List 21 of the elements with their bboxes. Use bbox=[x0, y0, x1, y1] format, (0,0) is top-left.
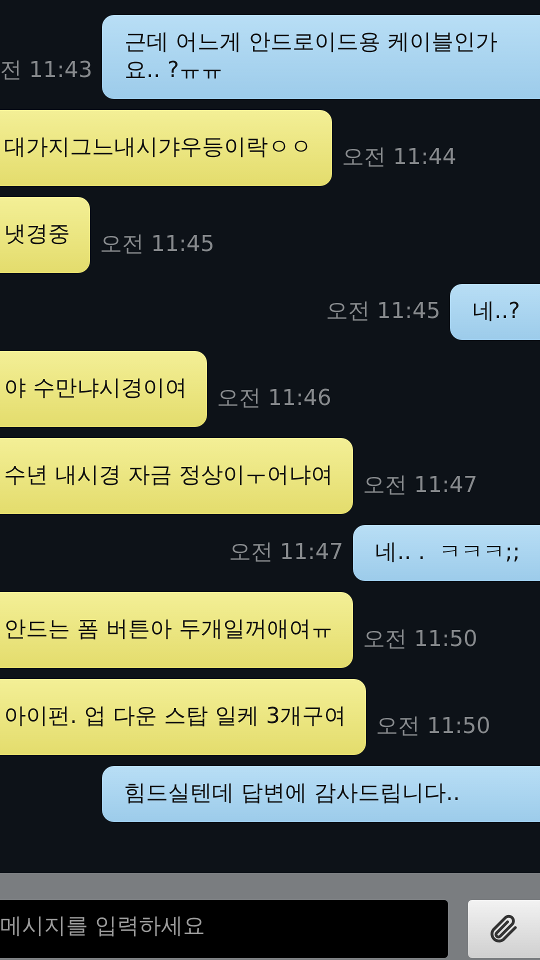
message-time: 오전 11:47 bbox=[228, 539, 344, 567]
sent-message: 힘드실텐데 답변에 감사드립니다.. bbox=[102, 766, 540, 822]
sent-message: 네.. . ㅋㅋㅋ;; bbox=[353, 525, 540, 581]
received-message: 대가지그느내시갸우등이락ㅇㅇ bbox=[0, 110, 332, 186]
message-time: 오전 11:45 bbox=[100, 231, 214, 259]
received-message: 야 수만냐시경이여 bbox=[0, 351, 207, 427]
message-time: 오전 11:46 bbox=[217, 385, 332, 413]
message-time: 전 11:43 bbox=[0, 57, 92, 85]
message-time: 오전 11:50 bbox=[376, 713, 490, 741]
received-message: 수년 내시경 자금 정상이ㅜ어냐여 bbox=[0, 438, 353, 514]
message-time: 오전 11:45 bbox=[326, 298, 440, 326]
received-message: 냇경중 bbox=[0, 197, 90, 273]
attach-button[interactable] bbox=[468, 900, 540, 958]
sent-message: 네..? bbox=[450, 284, 540, 340]
received-message: 아이펀. 업 다운 스탑 일케 3개구여 bbox=[0, 679, 366, 755]
sent-message: 근데 어느게 안드로이드용 케이블인가요.. ?ㅠㅠ bbox=[102, 15, 540, 99]
message-time: 오전 11:50 bbox=[362, 626, 478, 654]
received-message: 안드는 폼 버튼아 두개일꺼애여ㅠ bbox=[0, 592, 353, 668]
message-time: 오전 11:47 bbox=[362, 472, 478, 500]
message-time: 오전 11:44 bbox=[342, 144, 456, 172]
message-input[interactable]: 메시지를 입력하세요 bbox=[0, 900, 448, 958]
